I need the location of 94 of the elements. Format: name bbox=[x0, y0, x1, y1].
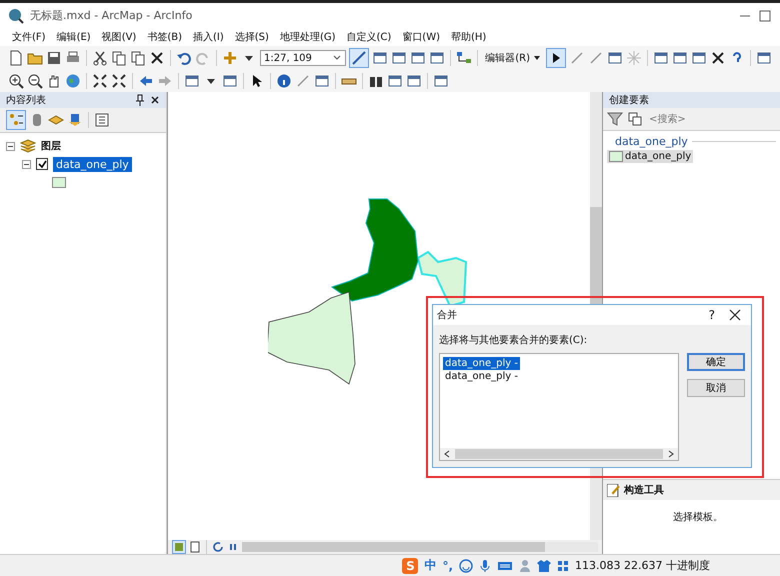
layers-icon bbox=[20, 139, 36, 153]
window-icon[interactable] bbox=[691, 50, 707, 66]
shirt-icon[interactable] bbox=[537, 558, 552, 572]
window-icon[interactable] bbox=[607, 50, 623, 66]
scroll-right-icon[interactable] bbox=[667, 450, 675, 458]
new-document-icon[interactable] bbox=[8, 50, 24, 66]
dialog-title: 合并 bbox=[437, 308, 457, 322]
menu-item[interactable]: 文件(F) bbox=[12, 30, 46, 44]
panel-title: 构造工具 bbox=[624, 484, 664, 497]
menu-item[interactable]: 自定义(C) bbox=[346, 30, 392, 44]
panel-title: 内容列表 bbox=[6, 94, 46, 107]
menu-item[interactable]: 书签(B) bbox=[147, 30, 182, 44]
window-icon[interactable] bbox=[653, 50, 669, 66]
copy-icon[interactable] bbox=[111, 50, 127, 66]
page-icon[interactable] bbox=[189, 541, 201, 553]
menu-item[interactable]: 地理处理(G) bbox=[280, 30, 336, 44]
undo-icon[interactable] bbox=[176, 50, 192, 66]
copy-icon[interactable] bbox=[130, 50, 146, 66]
window-icon[interactable] bbox=[410, 50, 426, 66]
smiley-icon[interactable] bbox=[459, 558, 474, 572]
diagram-icon[interactable] bbox=[456, 50, 472, 66]
window-icon[interactable] bbox=[756, 50, 772, 66]
pause-icon[interactable] bbox=[227, 541, 239, 553]
input-mode-indicator[interactable]: 中 bbox=[424, 557, 436, 574]
pencil-list-icon bbox=[607, 484, 620, 496]
ok-button[interactable]: 确定 bbox=[687, 353, 745, 371]
collapse-toggle[interactable] bbox=[6, 142, 15, 150]
window-icon[interactable] bbox=[406, 73, 422, 89]
template-list-icon[interactable] bbox=[627, 111, 643, 127]
window-title: 无标题.mxd - ArcMap - ArcInfo bbox=[30, 8, 192, 23]
window-icon[interactable] bbox=[672, 50, 688, 66]
corner-arrows-icon[interactable] bbox=[111, 73, 127, 89]
horizontal-scrollbar[interactable] bbox=[242, 542, 598, 552]
list-item[interactable]: data_one_ply - bbox=[443, 357, 520, 370]
group-heading: data_one_ply bbox=[615, 135, 688, 148]
menu-item[interactable]: 编辑(E) bbox=[56, 30, 91, 44]
dialog-prompt: 选择将与其他要素合并的要素(C): bbox=[439, 334, 588, 347]
help-button[interactable]: ? bbox=[708, 308, 715, 322]
cancel-button[interactable]: 取消 bbox=[687, 379, 745, 397]
scale-dropdown[interactable]: 1:27, 109 bbox=[260, 50, 346, 66]
window-icon[interactable] bbox=[372, 50, 388, 66]
grid-icon[interactable] bbox=[557, 560, 570, 572]
window-icon[interactable] bbox=[387, 73, 403, 89]
scissors-icon[interactable] bbox=[92, 50, 108, 66]
delete-icon[interactable] bbox=[710, 50, 726, 66]
menu-item[interactable]: 窗口(W) bbox=[402, 30, 440, 44]
menu-item[interactable]: 选择(S) bbox=[234, 30, 269, 44]
delete-icon[interactable] bbox=[149, 50, 165, 66]
menu-item[interactable]: 视图(V) bbox=[102, 30, 136, 44]
window-icon[interactable] bbox=[222, 73, 238, 89]
tree-item[interactable]: 图层 bbox=[41, 139, 61, 153]
microphone-icon[interactable] bbox=[479, 558, 492, 572]
tree-item[interactable]: data_one_ply bbox=[53, 156, 132, 172]
punctuation-indicator[interactable]: °, bbox=[442, 558, 454, 572]
search-field[interactable]: <搜索> bbox=[647, 112, 771, 126]
scroll-left-icon[interactable] bbox=[443, 450, 451, 458]
close-icon[interactable] bbox=[729, 309, 741, 321]
collapse-toggle[interactable] bbox=[22, 160, 31, 168]
close-icon[interactable] bbox=[150, 95, 160, 105]
zoom-in-icon[interactable] bbox=[8, 73, 24, 89]
pin-icon[interactable] bbox=[135, 94, 145, 106]
editor-menu[interactable]: 编辑器(R) bbox=[483, 51, 543, 65]
layer-selection-icon[interactable] bbox=[67, 112, 83, 128]
keyboard-icon[interactable] bbox=[497, 560, 514, 572]
options-icon[interactable] bbox=[94, 112, 110, 128]
horizontal-scrollbar[interactable] bbox=[440, 448, 678, 460]
zoom-out-icon[interactable] bbox=[27, 73, 43, 89]
layer-checkbox[interactable] bbox=[36, 158, 48, 170]
back-arrow-icon[interactable] bbox=[138, 73, 154, 89]
menu-item[interactable]: 帮助(H) bbox=[451, 30, 486, 44]
instruction-text: 选择模板。 bbox=[672, 510, 724, 524]
edit-vertices-icon[interactable] bbox=[349, 48, 370, 68]
window-icon[interactable] bbox=[433, 73, 449, 89]
line-icon[interactable] bbox=[295, 73, 311, 89]
window-icon[interactable] bbox=[391, 50, 408, 66]
caret-icon[interactable] bbox=[533, 55, 541, 61]
info-icon[interactable] bbox=[276, 73, 292, 89]
menu-item[interactable]: 插入(I) bbox=[193, 30, 224, 44]
coordinates-readout: 113.083 22.637 十进制度 bbox=[575, 558, 710, 573]
list-by-drawing-order-icon[interactable] bbox=[6, 110, 26, 130]
maximize-icon[interactable] bbox=[758, 8, 772, 22]
globe-magnifier-icon bbox=[8, 8, 24, 24]
line-icon[interactable] bbox=[588, 50, 604, 66]
corner-arrows-icon[interactable] bbox=[92, 73, 108, 89]
line-icon[interactable] bbox=[569, 50, 585, 66]
refresh-icon[interactable] bbox=[212, 541, 224, 553]
polygon-symbol-swatch bbox=[52, 176, 66, 188]
template-item[interactable]: data_one_ply bbox=[607, 150, 694, 163]
window-icon[interactable] bbox=[314, 73, 330, 89]
window-icon[interactable] bbox=[429, 50, 446, 66]
window-icon[interactable] bbox=[184, 73, 200, 89]
list-item[interactable]: data_one_ply - bbox=[443, 370, 520, 383]
filter-icon[interactable] bbox=[607, 111, 623, 127]
panel-title: 创建要素 bbox=[609, 94, 649, 107]
